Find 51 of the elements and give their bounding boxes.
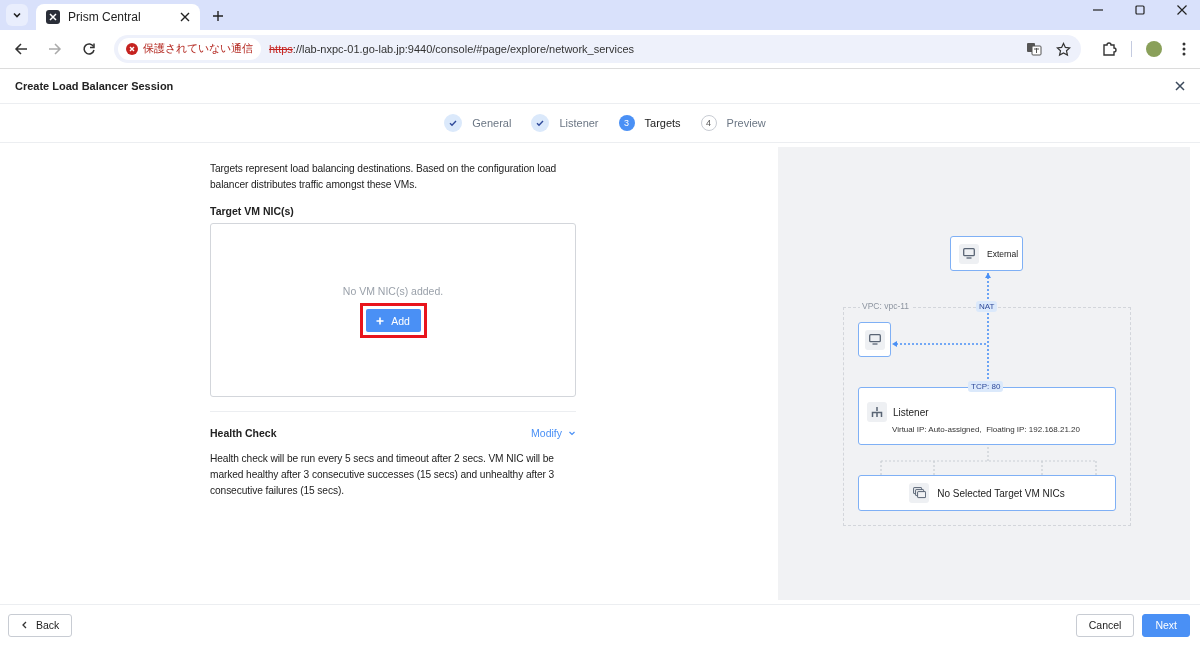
network-tree-icon [871, 406, 883, 418]
error-icon [126, 43, 138, 55]
new-tab-icon[interactable] [212, 10, 224, 22]
url-text: https://lab-nxpc-01.go-lab.jp:9440/console/#page/explore/network_services [269, 43, 635, 55]
security-warning-chip[interactable]: 保護されていない通信 [118, 38, 261, 60]
wizard-step[interactable]: Listener [531, 114, 599, 132]
health-check-description: Health check will be run every 5 secs and timeout after 2 secs. VM NIC will be marked healthy after 3 consecutive successes (15 secs) and unhealthy after 3 consecutive failures (15 secs). [210, 452, 556, 498]
description-text: Targets represent load balancing destinations. Based on the configuration load balancer distributes traffic amongst these VMs. [210, 162, 558, 192]
dialog-title: Create Load Balancer Session [15, 80, 174, 92]
app-logo-icon [46, 10, 60, 24]
listener-details: Virtual IP: Auto-assigned, Floating IP: 192.168.21.20 [892, 425, 1080, 434]
monitor-icon [868, 334, 881, 345]
maximize-icon[interactable] [1134, 4, 1146, 16]
chevron-left-icon [21, 621, 28, 629]
nat-tag: NAT [976, 301, 998, 312]
check-icon [444, 114, 463, 132]
translate-icon[interactable] [1026, 41, 1042, 57]
step-number: 3 [618, 115, 635, 131]
wizard-step[interactable]: General [444, 114, 512, 132]
security-warning-text: 保護されていない通信 [143, 42, 253, 56]
node-label: No Selected Target VM NICs [937, 487, 1065, 499]
chevron-down-icon [12, 10, 22, 20]
section-label: Target VM NIC(s) [210, 205, 295, 217]
plus-icon [376, 316, 385, 325]
close-icon[interactable] [1176, 4, 1188, 16]
reload-icon[interactable] [82, 42, 96, 56]
wizard-step[interactable]: 4 Preview [700, 115, 766, 131]
cancel-button[interactable]: Cancel [1075, 613, 1135, 637]
puzzle-piece-icon[interactable] [1101, 41, 1117, 57]
back-arrow-icon[interactable] [14, 42, 28, 56]
chevron-down-icon [568, 429, 576, 437]
tab-title: Prism Central [68, 10, 142, 24]
stacked-windows-icon [912, 487, 926, 499]
back-button[interactable]: Back [8, 613, 73, 637]
node-label: Listener [893, 406, 929, 418]
monitor-icon [963, 248, 975, 259]
close-icon[interactable] [1175, 81, 1185, 91]
star-icon[interactable] [1056, 41, 1071, 57]
node-label: External [987, 248, 1019, 259]
tab-list-button[interactable] [6, 4, 28, 26]
more-menu-icon[interactable] [1182, 42, 1186, 56]
vpc-label: VPC: vpc-11 [860, 301, 912, 311]
wizard-step[interactable]: 3 Targets [618, 115, 681, 131]
profile-avatar[interactable] [1146, 41, 1162, 57]
section-title: Health Check [210, 427, 277, 439]
empty-state-text: No VM NIC(s) added. [342, 285, 444, 297]
address-bar[interactable]: 保護されていない通信 https://lab-nxpc-01.go-lab.jp:9440/console/#page/explore/network_services [114, 35, 1081, 63]
close-icon[interactable] [180, 12, 190, 22]
check-icon [531, 114, 550, 132]
browser-tab[interactable]: Prism Central [36, 4, 200, 30]
port-tag: TCP: 80 [968, 381, 1004, 392]
